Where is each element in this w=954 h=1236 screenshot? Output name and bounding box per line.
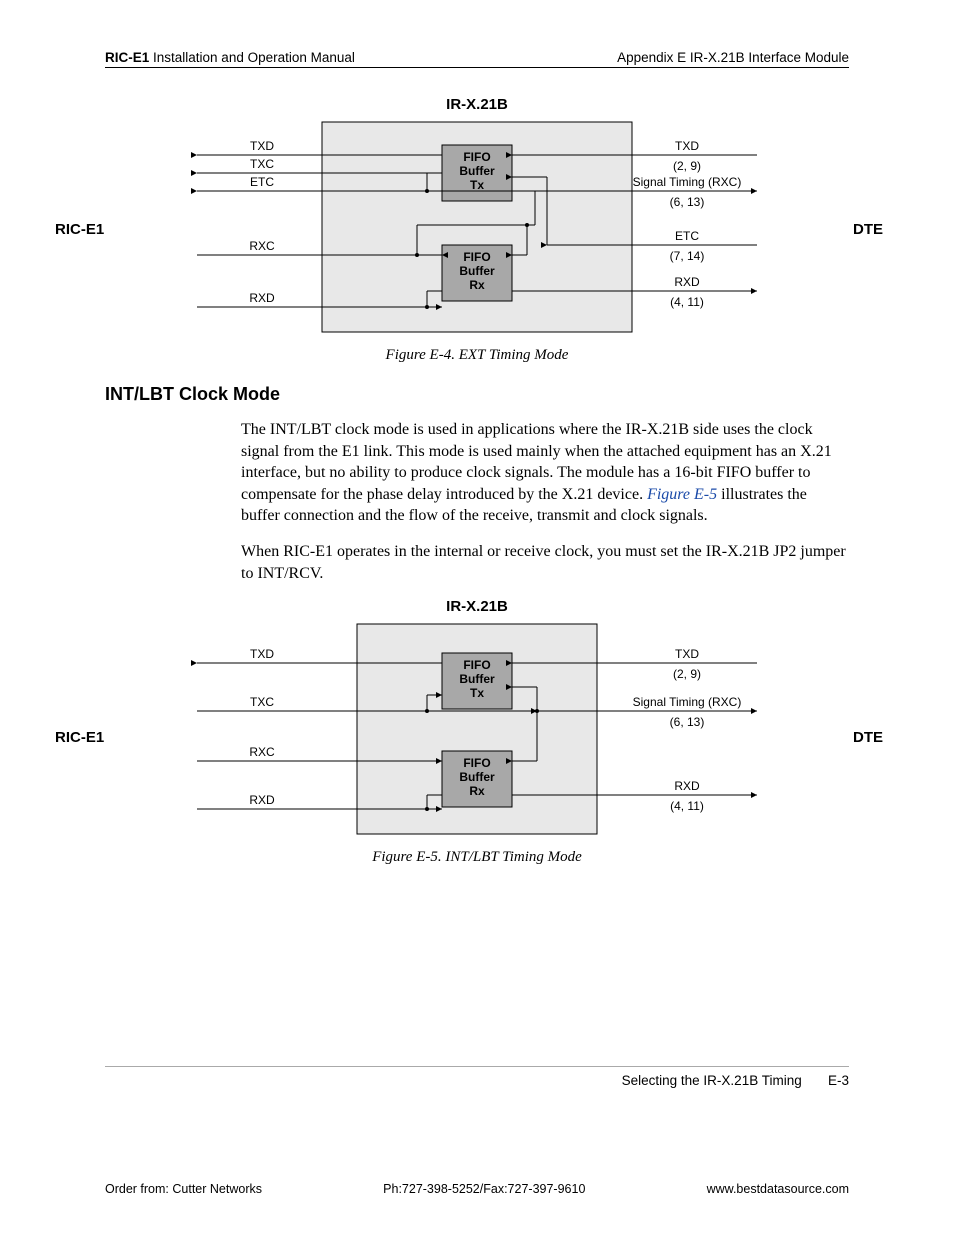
svg-text:TXD: TXD — [250, 647, 274, 661]
svg-text:Tx: Tx — [470, 686, 484, 700]
svg-text:FIFO: FIFO — [463, 250, 490, 264]
svg-text:FIFO: FIFO — [463, 658, 490, 672]
fig1-svg: FIFO Buffer Tx FIFO Buffer Rx TXD TXC ET… — [107, 117, 847, 337]
svg-text:(4, 11): (4, 11) — [670, 295, 704, 309]
fig2-right-label: DTE — [853, 729, 883, 746]
fig2-svg: FIFO Buffer Tx FIFO Buffer Rx TXD TXC RX… — [107, 619, 847, 839]
svg-text:TXC: TXC — [250, 695, 274, 709]
svg-text:(2, 9): (2, 9) — [673, 159, 701, 173]
section-heading: INT/LBT Clock Mode — [105, 384, 849, 405]
svg-text:FIFO: FIFO — [463, 756, 490, 770]
svg-text:Rx: Rx — [469, 784, 485, 798]
order-line: Order from: Cutter Networks Ph:727-398-5… — [0, 1160, 954, 1236]
fig1-left-label: RIC-E1 — [55, 221, 104, 238]
svg-text:(2, 9): (2, 9) — [673, 667, 701, 681]
header-right: Appendix E IR-X.21B Interface Module — [617, 50, 849, 65]
footer-section: Selecting the IR-X.21B Timing — [622, 1073, 802, 1088]
paragraph-2: When RIC-E1 operates in the internal or … — [241, 541, 849, 584]
page-header: RIC-E1 Installation and Operation Manual… — [105, 50, 849, 68]
figure1-caption: Figure E-4. EXT Timing Mode — [105, 347, 849, 364]
svg-text:Signal Timing (RXC): Signal Timing (RXC) — [633, 695, 742, 709]
svg-text:RXD: RXD — [249, 793, 275, 807]
svg-text:RXC: RXC — [249, 239, 275, 253]
svg-text:RXC: RXC — [249, 745, 275, 759]
header-left: RIC-E1 Installation and Operation Manual — [105, 50, 355, 65]
svg-text:Buffer: Buffer — [459, 164, 495, 178]
figure1-title: IR-X.21B — [105, 96, 849, 113]
figure1-diagram: RIC-E1 DTE FIFO Buffer Tx FIFO Buffer Rx — [107, 117, 847, 337]
svg-text:(6, 13): (6, 13) — [670, 715, 705, 729]
figure-ref-link[interactable]: Figure E-5 — [647, 486, 717, 503]
svg-text:TXD: TXD — [250, 139, 274, 153]
svg-text:FIFO: FIFO — [463, 150, 490, 164]
paragraph-1: The INT/LBT clock mode is used in applic… — [241, 419, 849, 527]
svg-text:Buffer: Buffer — [459, 770, 495, 784]
svg-text:Buffer: Buffer — [459, 672, 495, 686]
order-left: Order from: Cutter Networks — [105, 1182, 262, 1196]
svg-text:Buffer: Buffer — [459, 264, 495, 278]
svg-text:(4, 11): (4, 11) — [670, 799, 704, 813]
svg-text:Tx: Tx — [470, 178, 484, 192]
svg-text:TXD: TXD — [675, 139, 699, 153]
order-right: www.bestdatasource.com — [707, 1182, 849, 1196]
svg-text:RXD: RXD — [674, 779, 700, 793]
page-footer: Selecting the IR-X.21B Timing E-3 — [105, 1066, 849, 1088]
footer-page: E-3 — [828, 1073, 849, 1088]
header-left-rest: Installation and Operation Manual — [149, 50, 355, 65]
svg-text:RXD: RXD — [249, 291, 275, 305]
figure2-diagram: RIC-E1 DTE FIFO Buffer Tx FIFO Buffer Rx — [107, 619, 847, 839]
fig1-right-label: DTE — [853, 221, 883, 238]
svg-text:Signal Timing (RXC): Signal Timing (RXC) — [633, 175, 742, 189]
fig2-left-label: RIC-E1 — [55, 729, 104, 746]
figure2-title: IR-X.21B — [105, 598, 849, 615]
svg-text:(7, 14): (7, 14) — [670, 249, 705, 263]
svg-text:ETC: ETC — [250, 175, 274, 189]
figure2-caption: Figure E-5. INT/LBT Timing Mode — [105, 849, 849, 866]
svg-text:TXC: TXC — [250, 157, 274, 171]
svg-text:RXD: RXD — [674, 275, 700, 289]
order-mid: Ph:727-398-5252/Fax:727-397-9610 — [383, 1182, 585, 1196]
svg-text:ETC: ETC — [675, 229, 699, 243]
svg-text:(6, 13): (6, 13) — [670, 195, 705, 209]
svg-text:Rx: Rx — [469, 278, 485, 292]
svg-text:TXD: TXD — [675, 647, 699, 661]
header-left-bold: RIC-E1 — [105, 50, 149, 65]
